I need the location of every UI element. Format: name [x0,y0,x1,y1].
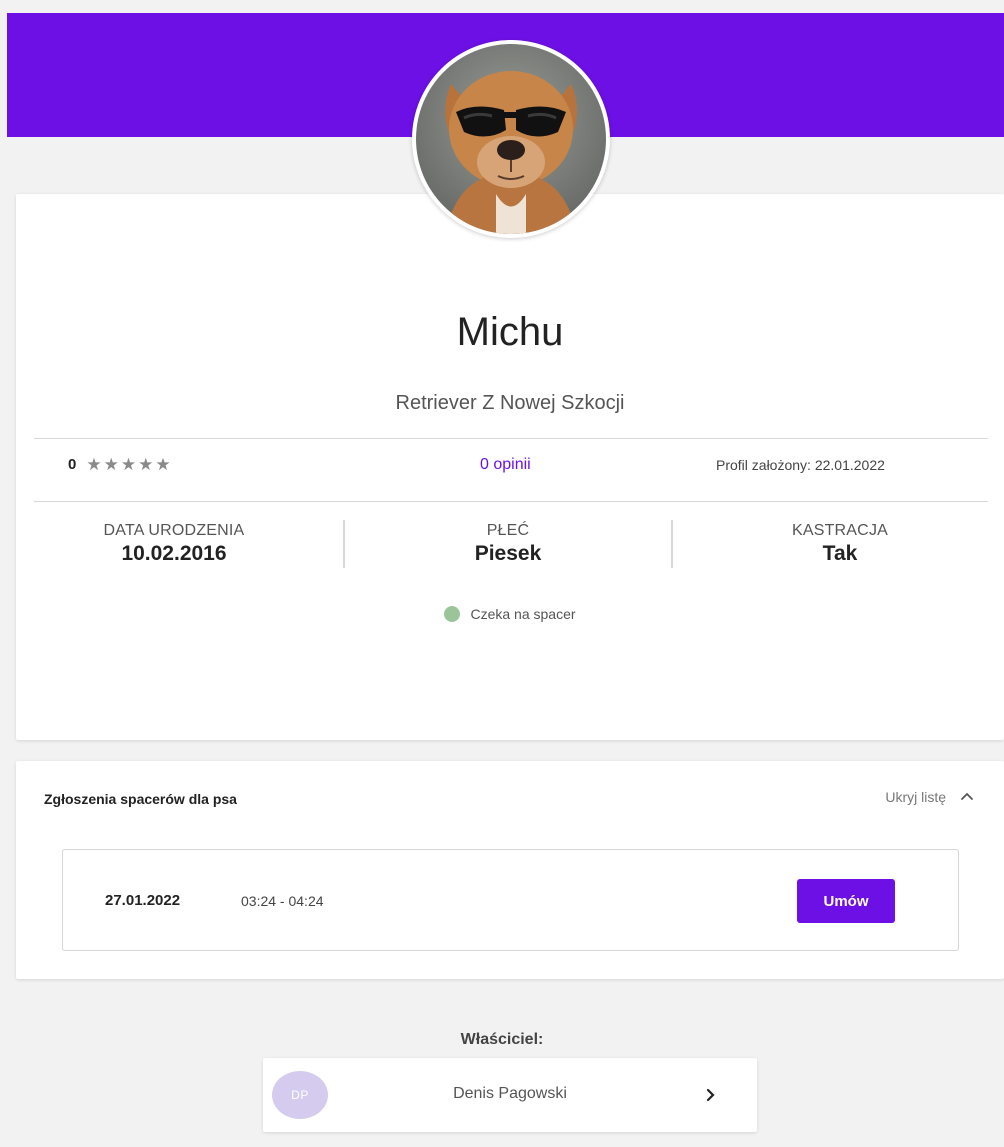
dog-profile-card: Michu Retriever Z Nowej Szkocji 0 ★ ★ ★ … [16,194,1004,740]
chevron-up-icon [961,792,973,800]
owner-name: Denis Pagowski [453,1085,567,1102]
hide-list-toggle[interactable]: Ukryj listę [885,789,974,805]
star-icon: ★ [155,455,171,474]
star-icon: ★ [86,455,102,474]
owner-label: Właściciel: [460,1031,544,1048]
profile-created-date: Profil założony: 22.01.2022 [716,457,885,473]
attribute-value: 10.02.2016 [121,542,227,565]
attribute-label: KASTRACJA [791,522,889,539]
attribute-value: Tak [822,542,858,565]
walk-status: Czeka na spacer [16,606,1004,622]
dog-photo-icon [416,44,606,234]
chevron-right-icon [706,1088,715,1102]
attribute-sex: PŁEĆ Piesek [368,522,648,566]
vertical-divider [671,520,673,568]
status-dot-icon [444,606,461,622]
attribute-label: DATA URODZENIA [103,522,245,539]
divider [34,438,988,439]
walk-requests-title: Zgłoszenia spacerów dla psa [44,791,237,807]
rating: 0 ★ ★ ★ ★ ★ [68,456,171,473]
walk-date: 27.01.2022 [105,892,181,909]
walk-time: 03:24 - 04:24 [241,893,324,909]
vertical-divider [343,520,345,568]
attribute-label: PŁEĆ [486,522,530,539]
status-text: Czeka na spacer [470,606,576,622]
divider [34,501,988,502]
star-icon: ★ [103,455,119,474]
dog-breed: Retriever Z Nowej Szkocji [395,392,625,414]
walk-request-item: 27.01.2022 03:24 - 04:24 Umów [62,849,959,951]
attribute-value: Piesek [474,542,542,565]
attribute-castration: KASTRACJA Tak [700,522,980,566]
owner-card[interactable]: DP Denis Pagowski [263,1058,757,1132]
star-icon: ★ [120,455,137,474]
book-walk-button[interactable]: Umów [797,879,895,923]
reviews-link[interactable]: 0 opinii [480,456,531,474]
walk-requests-card: Zgłoszenia spacerów dla psa Ukryj listę … [16,761,1004,979]
dog-avatar [412,40,610,238]
dog-name: Michu [456,310,564,354]
star-icon: ★ [138,455,154,474]
attribute-birth-date: DATA URODZENIA 10.02.2016 [34,522,314,566]
hide-list-label: Ukryj listę [885,789,946,805]
star-rating: ★ ★ ★ ★ ★ [86,456,170,473]
rating-value: 0 [68,456,77,473]
